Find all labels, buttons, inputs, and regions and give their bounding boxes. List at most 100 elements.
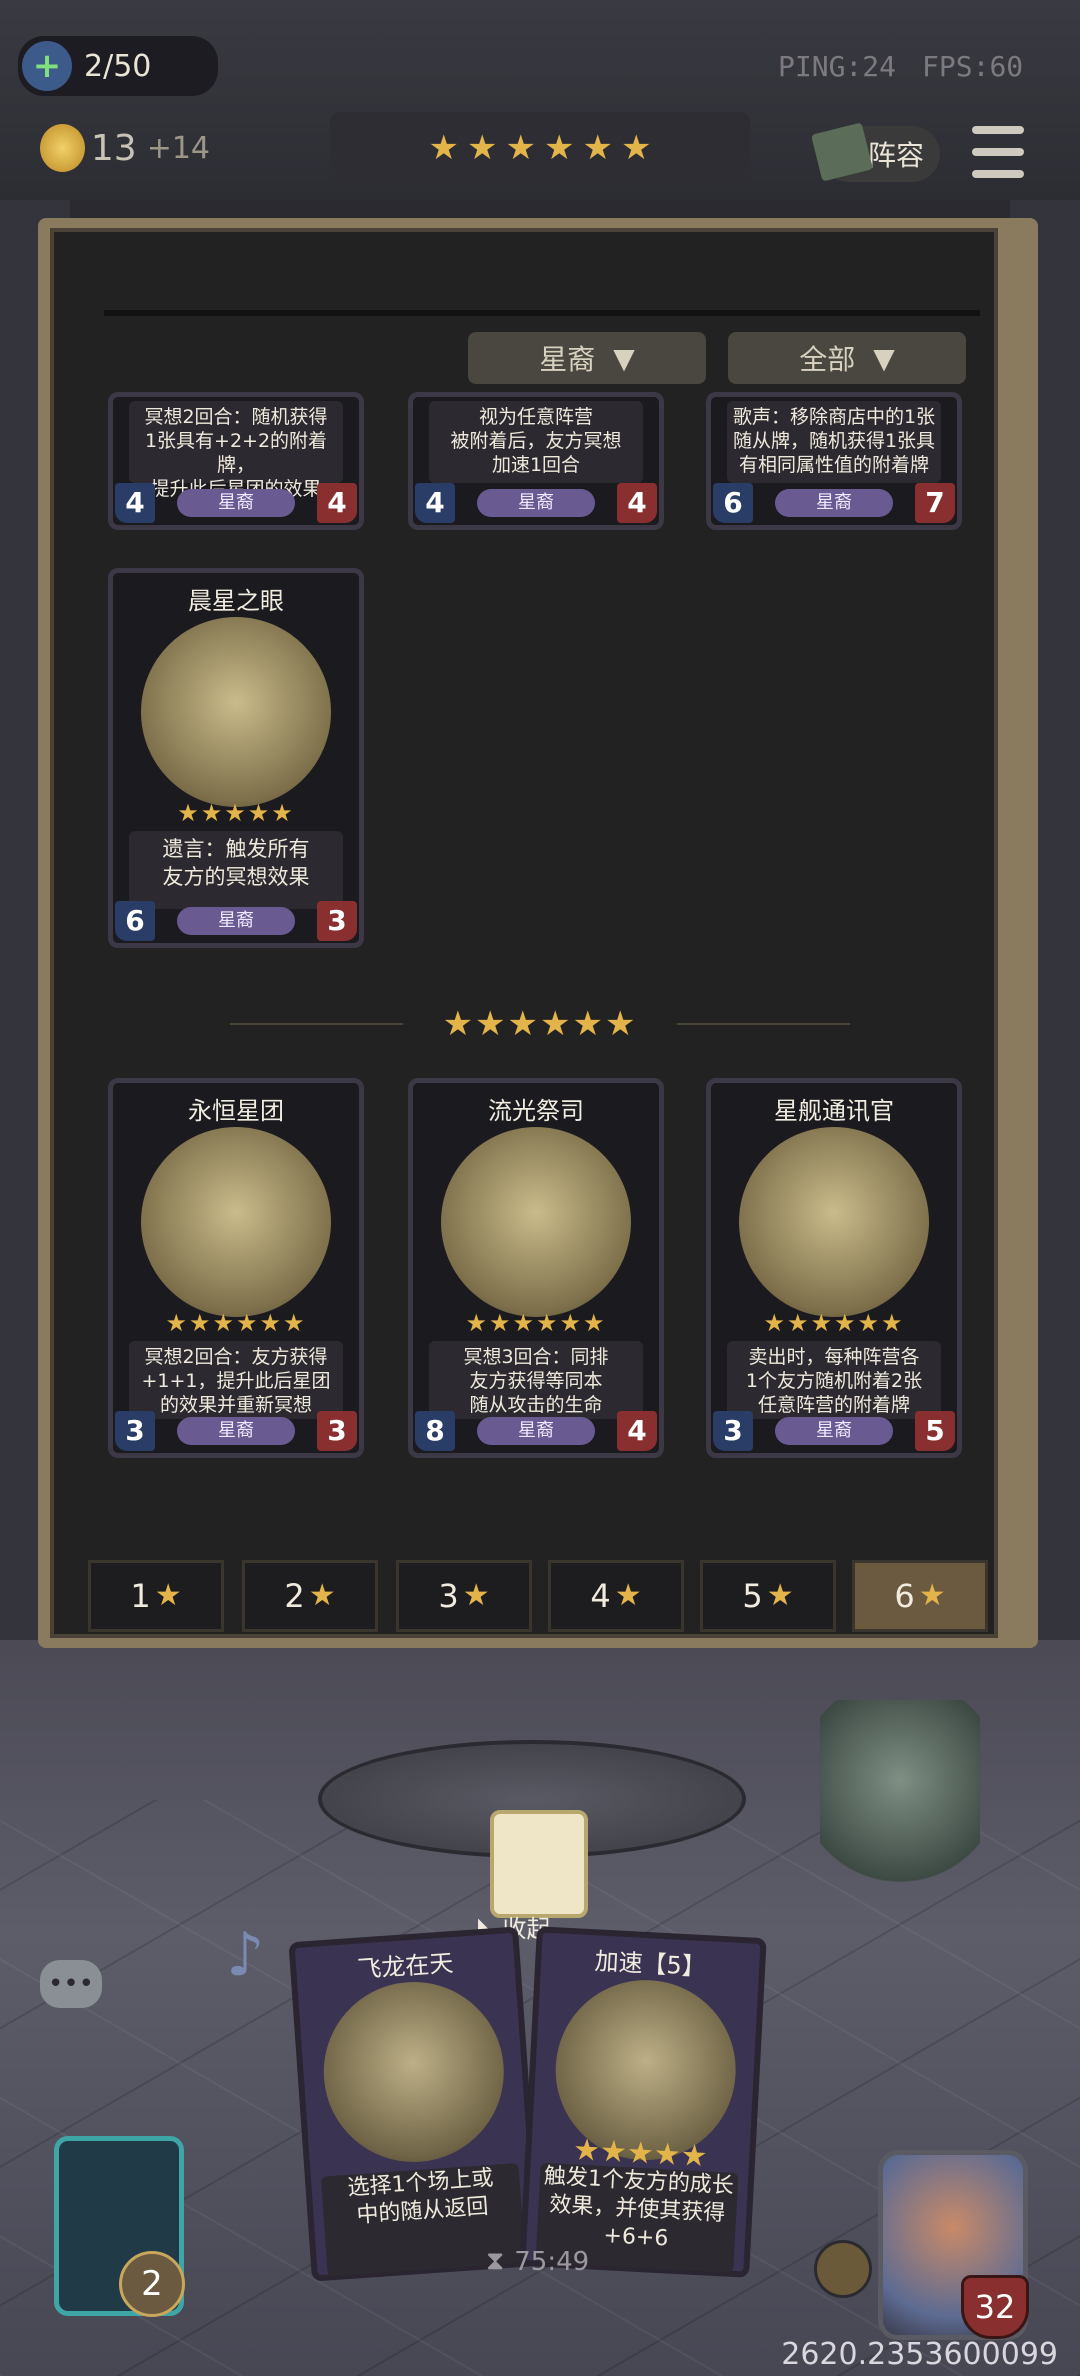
- hero-health-badge: 32: [961, 2275, 1029, 2339]
- card-description: 遗言：触发所有 友方的冥想效果: [129, 831, 343, 909]
- card-eternal-star-cluster[interactable]: 永恒星团 ★★★★★★ 冥想2回合：友方获得 +1+1，提升此后星团 的效果并重…: [108, 1078, 364, 1458]
- scope-filter-value: 全部: [799, 343, 856, 376]
- gold-coin-icon: [40, 124, 85, 172]
- card-partial-2[interactable]: 视为任意阵营 被附着后，友方冥想 加速1回合 星裔 4 4: [408, 392, 664, 530]
- tier-number: 1: [130, 1577, 151, 1615]
- card-starship-communications-officer[interactable]: 星舰通讯官 ★★★★★★ 卖出时，每种阵营各 1个友方随机附着2张 任意阵营的附…: [706, 1078, 962, 1458]
- turn-timer: ⧗ 75:49: [486, 2246, 589, 2277]
- tribe-badge: 星裔: [775, 1417, 893, 1445]
- star-icon: ★: [154, 1578, 182, 1613]
- card-art: [739, 1127, 929, 1317]
- card-art: [141, 1127, 331, 1317]
- tribe-badge: 星裔: [477, 1417, 595, 1445]
- hand-card-speed-up[interactable]: 加速【5】 ★★★★★ 触发1个友方的成长 效果，并使其获得 +6+6: [519, 1926, 767, 2278]
- desc-line: 的效果并重新冥想: [159, 1394, 312, 1416]
- chevron-down-icon: ▼: [873, 341, 895, 375]
- star-icon: ★: [614, 1578, 642, 1613]
- health-value: 4: [317, 483, 357, 523]
- card-partial-1[interactable]: 冥想2回合：随机获得 1张具有+2+2的附着牌， 提升此后星团的效果 星裔 4 …: [108, 392, 364, 530]
- card-partial-3[interactable]: 歌声：移除商店中的1张 随从牌，随机获得1张具 有相同属性值的附着牌 星裔 6 …: [706, 392, 962, 530]
- attack-value: 6: [713, 483, 753, 523]
- tavern-upgrade-portrait[interactable]: 2: [54, 2136, 185, 2317]
- card-description: 冥想2回合：友方获得 +1+1，提升此后星团 的效果并重新冥想: [129, 1341, 343, 1419]
- star-icon: ★: [462, 1578, 490, 1613]
- card-name: 永恒星团: [188, 1097, 284, 1125]
- menu-icon[interactable]: [972, 126, 1024, 178]
- desc-line: 加速1回合: [491, 454, 581, 476]
- card-stars: ★★★★★★: [165, 1309, 307, 1337]
- tier-tab-3[interactable]: 3 ★: [396, 1560, 532, 1632]
- desc-line: 友方的冥想效果: [162, 865, 310, 889]
- tribe-filter-dropdown[interactable]: 星裔 ▼: [468, 332, 706, 384]
- hand-card-flying-dragon[interactable]: 飞龙在天 选择1个场上或 中的随从返回: [288, 1926, 542, 2282]
- desc-line: 1个友方随机附着2张: [745, 1370, 923, 1392]
- star-icon: ★: [620, 128, 652, 168]
- card-stars: ★★★★★: [177, 799, 295, 827]
- hero-health-text: 32: [974, 2288, 1016, 2326]
- tier-tab-2[interactable]: 2 ★: [242, 1560, 378, 1632]
- card-streaming-light-priest[interactable]: 流光祭司 ★★★★★★ 冥想3回合：同排 友方获得等同本 随从攻击的生命 星裔 …: [408, 1078, 664, 1458]
- attack-value: 8: [415, 1411, 455, 1451]
- divider-stars: ★★★★★★: [442, 1004, 638, 1044]
- card-description: 卖出时，每种阵营各 1个友方随机附着2张 任意阵营的附着牌: [727, 1341, 941, 1419]
- health-value: 5: [915, 1411, 955, 1451]
- tribe-filter-value: 星裔: [539, 343, 596, 376]
- tavern-level-text: 2: [141, 2264, 163, 2304]
- desc-line: 友方获得等同本: [469, 1370, 603, 1392]
- tier-tab-5[interactable]: 5 ★: [700, 1560, 836, 1632]
- desc-line: 冥想2回合：友方获得: [144, 1346, 328, 1368]
- shop-tier-stars: ★ ★ ★ ★ ★ ★: [330, 112, 750, 184]
- card-stars: ★★★★★★: [465, 1309, 607, 1337]
- desc-line: 冥想2回合：随机获得: [144, 406, 328, 428]
- divider-line: [677, 1023, 851, 1025]
- star-icon: ★: [505, 128, 536, 168]
- card-name: 星舰通讯官: [774, 1097, 894, 1125]
- card-name: 流光祭司: [488, 1097, 584, 1125]
- health-value: 7: [915, 483, 955, 523]
- star-icon: ★: [918, 1578, 946, 1613]
- hero-portrait[interactable]: 32: [878, 2150, 1029, 2340]
- tier-tab-6[interactable]: 6 ★: [852, 1560, 988, 1632]
- tribe-badge: 星裔: [177, 1417, 295, 1445]
- attack-value: 3: [115, 1411, 155, 1451]
- card-art: [317, 1975, 510, 2169]
- tribe-badge: 星裔: [177, 907, 295, 935]
- six-star-divider: ★★★★★★: [230, 1004, 851, 1044]
- card-morning-star-eye[interactable]: 晨星之眼 ★★★★★ 遗言：触发所有 友方的冥想效果 星裔 6 3: [108, 568, 364, 948]
- health-value: 4: [617, 483, 657, 523]
- tribe-badge: 星裔: [775, 489, 893, 517]
- tier-number: 6: [894, 1577, 915, 1615]
- tier-tab-4[interactable]: 4 ★: [548, 1560, 684, 1632]
- health-value: 3: [317, 1411, 357, 1451]
- tier-number: 5: [742, 1577, 763, 1615]
- desc-line: 冥想3回合：同排: [463, 1346, 609, 1368]
- card-description: 歌声：移除商店中的1张 随从牌，随机获得1张具 有相同属性值的附着牌: [727, 401, 941, 483]
- star-icon: ★: [428, 128, 460, 168]
- card-art: [441, 1127, 631, 1317]
- desc-line: 1张具有+2+2的附着牌，: [144, 430, 328, 476]
- fps-text: FPS:60: [922, 50, 1024, 83]
- population-add-icon[interactable]: +: [22, 41, 72, 91]
- lineup-label: 阵容: [867, 139, 924, 172]
- desc-line: 卖出时，每种阵营各: [748, 1346, 920, 1368]
- star-icon: ★: [582, 128, 613, 168]
- debug-readout: 2620.2353600099: [781, 2337, 1058, 2372]
- tier-number: 3: [438, 1577, 459, 1615]
- witch-companion[interactable]: [820, 1700, 980, 1900]
- gold-income-text: +14: [146, 130, 210, 166]
- chevron-down-icon: ▼: [613, 341, 635, 375]
- scroll-icon[interactable]: [490, 1810, 588, 1918]
- tier-tab-1[interactable]: 1 ★: [88, 1560, 224, 1632]
- scope-filter-dropdown[interactable]: 全部 ▼: [728, 332, 966, 384]
- shop-stars-row: ★ ★ ★ ★ ★ ★: [429, 131, 652, 165]
- star-icon: ★: [544, 128, 575, 168]
- hourglass-icon: ⧗: [486, 2246, 505, 2276]
- lineup-button[interactable]: 阵容: [810, 122, 940, 182]
- chat-icon[interactable]: •••: [40, 1960, 102, 2008]
- attack-value: 3: [713, 1411, 753, 1451]
- gold-text: 13: [90, 127, 137, 169]
- population-text: 2/50: [84, 48, 152, 84]
- ping-text: PING:24: [778, 50, 897, 83]
- hero-power-icon[interactable]: [814, 2240, 872, 2298]
- card-description: 冥想2回合：随机获得 1张具有+2+2的附着牌， 提升此后星团的效果: [129, 401, 343, 500]
